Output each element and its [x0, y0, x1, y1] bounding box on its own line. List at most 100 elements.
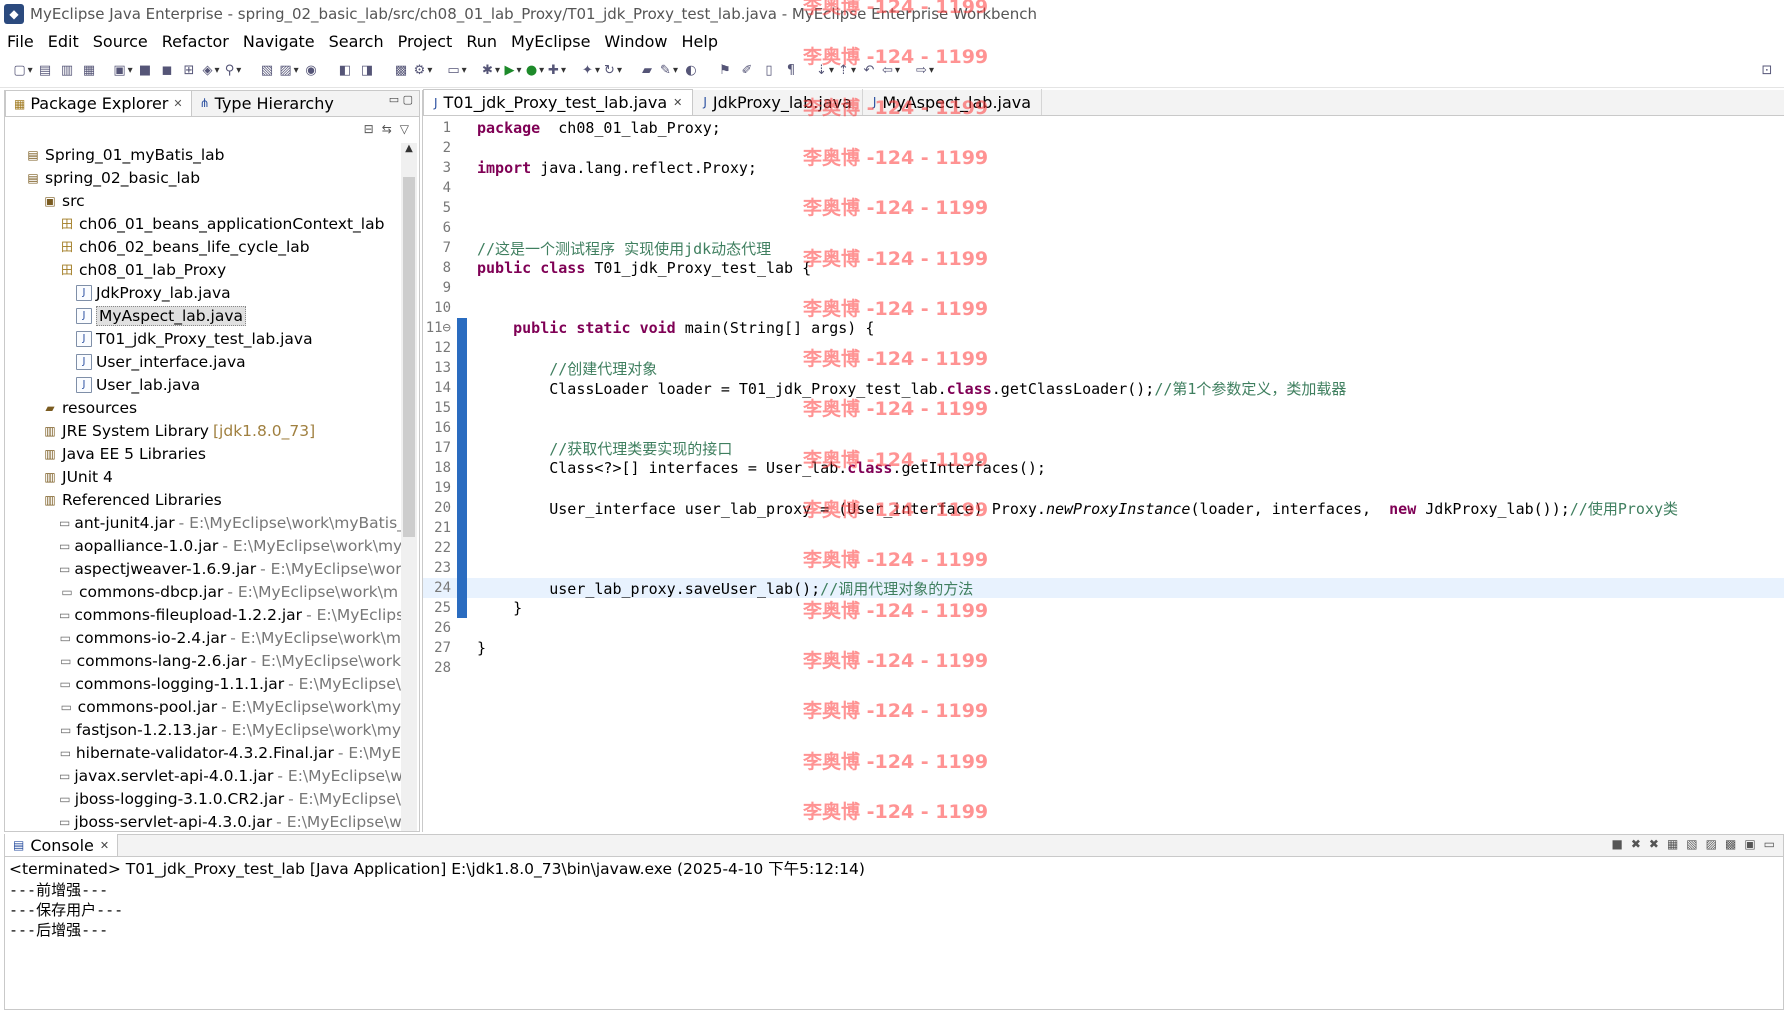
- tab-console[interactable]: ▤ Console ✕: [5, 834, 119, 856]
- code-line[interactable]: 16: [423, 418, 1784, 438]
- tree-item[interactable]: ▭ commons-dbcp.jar - E:\MyEclipse\work\m: [5, 580, 401, 603]
- terminate-icon[interactable]: ■: [1611, 837, 1622, 851]
- new-web-project-icon[interactable]: ▣: [113, 62, 132, 80]
- marker-icon[interactable]: ◐: [682, 62, 700, 80]
- back-icon[interactable]: ⇦: [882, 62, 900, 80]
- code-line[interactable]: 15: [423, 398, 1784, 418]
- menu-item-file[interactable]: File: [0, 32, 41, 51]
- tab-package-explorer[interactable]: ▦ Package Explorer ✕: [5, 90, 192, 116]
- new-icon[interactable]: ▢: [13, 62, 32, 80]
- last-edit-icon[interactable]: ↶: [860, 62, 878, 80]
- code-line[interactable]: 23: [423, 558, 1784, 578]
- search-icon[interactable]: ⚲: [224, 62, 242, 80]
- code-line[interactable]: 4: [423, 178, 1784, 198]
- tree-item[interactable]: ▭ jboss-servlet-api-4.3.0.jar - E:\MyEclip…: [5, 810, 401, 831]
- minimize-maximize-icons[interactable]: ▭ ▢: [389, 93, 413, 106]
- browser-icon[interactable]: ◉: [302, 62, 320, 80]
- code-area[interactable]: 1 package ch08_01_lab_Proxy; 2 3 import java…: [423, 118, 1784, 678]
- menu-item-project[interactable]: Project: [391, 32, 460, 51]
- code-line[interactable]: 14 ClassLoader loader = T01_jdk_Proxy_te…: [423, 378, 1784, 398]
- pin-icon[interactable]: ⚑: [716, 62, 734, 80]
- code-line[interactable]: 25 }: [423, 598, 1784, 618]
- tree-item[interactable]: ▰ resources: [5, 396, 401, 419]
- tree-item[interactable]: ▥ JUnit 4: [5, 465, 401, 488]
- code-line[interactable]: 9: [423, 278, 1784, 298]
- tree-item[interactable]: J User_interface.java: [5, 350, 401, 373]
- tree-item[interactable]: ▭ jboss-logging-3.1.0.CR2.jar - E:\MyEclip…: [5, 787, 401, 810]
- edit-icon[interactable]: ✐: [738, 62, 756, 80]
- code-line[interactable]: 28: [423, 658, 1784, 678]
- tree-item[interactable]: ▭ ant-junit4.jar - E:\MyEclipse\work\myBat…: [5, 511, 401, 534]
- menu-item-run[interactable]: Run: [459, 32, 504, 51]
- server-icon[interactable]: ◼: [158, 62, 176, 80]
- tree-item[interactable]: ▥ Referenced Libraries: [5, 488, 401, 511]
- new-java-class-icon[interactable]: ▨: [279, 62, 298, 80]
- code-line[interactable]: 20 User_interface user_lab_proxy = (User…: [423, 498, 1784, 518]
- code-line[interactable]: 2: [423, 138, 1784, 158]
- code-line[interactable]: 17 //获取代理类要实现的接口: [423, 438, 1784, 458]
- tree-item[interactable]: ▭ commons-io-2.4.jar - E:\MyEclipse\work\m: [5, 626, 401, 649]
- menu-item-help[interactable]: Help: [675, 32, 725, 51]
- console-output[interactable]: ---前增强--- ---保存用户--- ---后增强---: [5, 879, 1783, 939]
- terminal-icon[interactable]: ▭: [447, 62, 466, 80]
- tools-icon[interactable]: ⚙: [414, 62, 432, 80]
- scrollbar-thumb[interactable]: [403, 177, 415, 537]
- run-icon[interactable]: ▶: [504, 62, 522, 80]
- word-wrap-icon[interactable]: ▧: [1686, 837, 1697, 851]
- menu-item-refactor[interactable]: Refactor: [155, 32, 236, 51]
- tree-item[interactable]: ▤ Spring_01_myBatis_lab: [5, 143, 401, 166]
- block-select-icon[interactable]: ▯: [760, 62, 778, 80]
- code-line[interactable]: 18 Class<?>[] interfaces = User_lab.clas…: [423, 458, 1784, 478]
- open-task-icon[interactable]: ▩: [392, 62, 410, 80]
- tab-type-hierarchy[interactable]: ⋔ Type Hierarchy: [192, 90, 342, 116]
- display-console-icon[interactable]: ▩: [1725, 837, 1736, 851]
- tree-item[interactable]: 田 ch06_01_beans_applicationContext_lab: [5, 212, 401, 235]
- menu-item-window[interactable]: Window: [597, 32, 674, 51]
- tree-item[interactable]: ▭ commons-fileupload-1.2.2.jar - E:\MyEcli…: [5, 603, 401, 626]
- tree-item[interactable]: ▭ commons-logging-1.1.1.jar - E:\MyEclipse…: [5, 672, 401, 695]
- print-icon[interactable]: ▦: [80, 62, 98, 80]
- tree-item[interactable]: 田 ch06_02_beans_life_cycle_lab: [5, 235, 401, 258]
- open-folder-icon[interactable]: ▰: [638, 62, 656, 80]
- code-line[interactable]: 24 user_lab_proxy.saveUser_lab();//调用代理对…: [423, 578, 1784, 598]
- menu-item-navigate[interactable]: Navigate: [236, 32, 322, 51]
- tree-item[interactable]: ▭ aopalliance-1.0.jar - E:\MyEclipse\work\…: [5, 534, 401, 557]
- tree-item[interactable]: ▥ Java EE 5 Libraries: [5, 442, 401, 465]
- external-tools-icon[interactable]: ✚: [548, 62, 566, 80]
- menu-item-search[interactable]: Search: [322, 32, 391, 51]
- code-line[interactable]: 7 //这是一个测试程序 实现使用jdk动态代理: [423, 238, 1784, 258]
- tree-item[interactable]: ▭ hibernate-validator-4.3.2.Final.jar - E:…: [5, 741, 401, 764]
- minimize-icon[interactable]: ▭: [1764, 837, 1775, 851]
- code-line[interactable]: 10: [423, 298, 1784, 318]
- tree-item[interactable]: ▭ aspectjweaver-1.6.9.jar - E:\MyEclipse\w…: [5, 557, 401, 580]
- code-line[interactable]: 21: [423, 518, 1784, 538]
- remove-all-icon[interactable]: ✖: [1649, 837, 1659, 851]
- save-icon[interactable]: ▤: [36, 62, 54, 80]
- annotation-icon[interactable]: ✎: [660, 62, 678, 80]
- tree-item[interactable]: ▭ javax.servlet-api-4.0.1.jar - E:\MyEclip…: [5, 764, 401, 787]
- remove-launch-icon[interactable]: ✖: [1631, 837, 1641, 851]
- tree-item[interactable]: J T01_jdk_Proxy_test_lab.java: [5, 327, 401, 350]
- tree-item[interactable]: J MyAspect_lab.java: [5, 304, 401, 327]
- tree-scrollbar[interactable]: ▲: [401, 143, 417, 831]
- refresh-icon[interactable]: ↻: [604, 62, 622, 80]
- show-whitespace-icon[interactable]: ¶: [782, 62, 800, 80]
- code-line[interactable]: 5: [423, 198, 1784, 218]
- code-line[interactable]: 1 package ch08_01_lab_Proxy;: [423, 118, 1784, 138]
- tree-item[interactable]: ▤ spring_02_basic_lab: [5, 166, 401, 189]
- code-line[interactable]: 26: [423, 618, 1784, 638]
- tree-item[interactable]: ▭ fastjson-1.2.13.jar - E:\MyEclipse\work\…: [5, 718, 401, 741]
- code-line[interactable]: 13 //创建代理对象: [423, 358, 1784, 378]
- scroll-lock-icon[interactable]: ▦: [1667, 837, 1678, 851]
- tree-item[interactable]: J User_lab.java: [5, 373, 401, 396]
- code-line[interactable]: 27}: [423, 638, 1784, 658]
- open-perspective-icon[interactable]: ◈: [202, 62, 220, 80]
- tree-item[interactable]: ▥ JRE System Library [jdk1.8.0_73]: [5, 419, 401, 442]
- close-icon[interactable]: ✕: [173, 97, 182, 110]
- open-console-icon[interactable]: ▣: [1744, 837, 1755, 851]
- coverage-icon[interactable]: ✦: [582, 62, 600, 80]
- code-line[interactable]: 22: [423, 538, 1784, 558]
- debug-icon[interactable]: ✱: [482, 62, 500, 80]
- run-as-icon[interactable]: ●: [526, 62, 544, 80]
- view-menu-icon[interactable]: ▽: [400, 122, 409, 136]
